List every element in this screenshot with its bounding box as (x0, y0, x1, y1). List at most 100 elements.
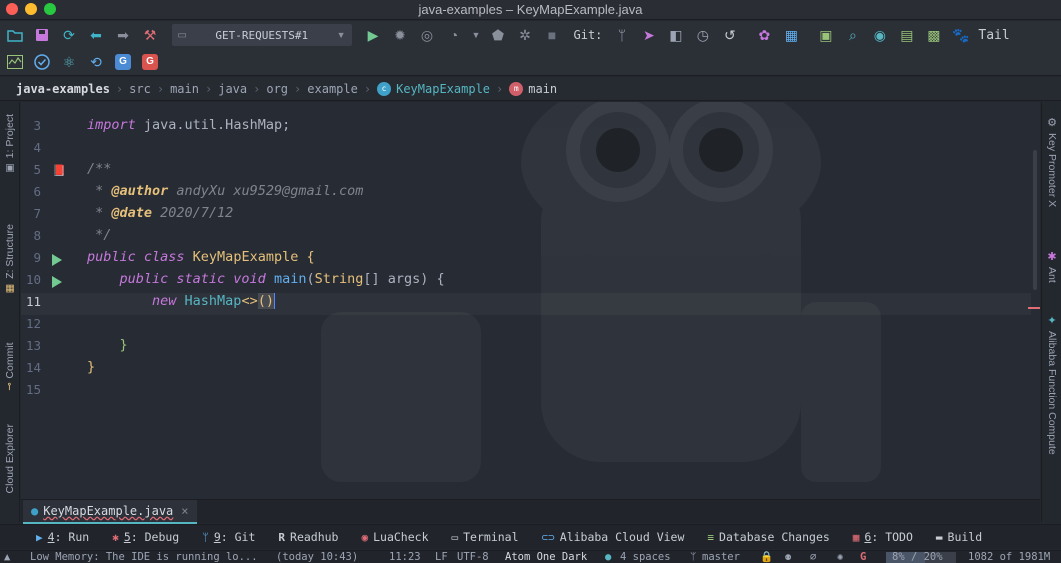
theme-name[interactable]: Atom One Dark (505, 551, 587, 563)
git-history-icon[interactable]: ◷ (692, 24, 714, 46)
tool-window-database-changes[interactable]: ≡ Database Changes (707, 530, 829, 544)
terminal-icon: ▭ (451, 530, 459, 544)
tab-commit[interactable]: ⊸ Commit (1, 342, 19, 391)
run-configuration-select[interactable]: ▭ GET-REQUESTS#1 ▼ (171, 24, 352, 46)
tool-window-alibaba-cloud-view[interactable]: ⊂⊃ Alibaba Cloud View (542, 530, 685, 544)
record-icon[interactable]: ◉ (869, 24, 891, 46)
close-icon[interactable]: × (181, 504, 188, 518)
code-token: HashMap (176, 293, 242, 309)
ant-icon: ✱ (1045, 250, 1058, 263)
git-compare-icon[interactable]: ◧ (665, 24, 687, 46)
attach-icon[interactable]: ⬟ (487, 24, 509, 46)
lock-icon[interactable]: 🔒 (760, 551, 773, 563)
breadcrumb-item-example[interactable]: example (307, 82, 358, 96)
profile-icon[interactable]: ◔ (443, 24, 465, 46)
build-hammer-icon[interactable]: ⚒ (139, 24, 161, 46)
cpu-usage-indicator[interactable]: 8% / 20% (886, 551, 956, 563)
tab-ant[interactable]: ✱ Ant (1044, 250, 1060, 283)
tool-window-run[interactable]: ▶ 4: Run (36, 530, 89, 544)
run-gutter-icon[interactable] (52, 276, 62, 288)
code-line-11: new HashMap<>() (87, 293, 275, 309)
back-arrow-icon[interactable]: ⬅ (85, 24, 107, 46)
run-config-icon: ▭ (177, 29, 187, 41)
debug-icon[interactable]: ✹ (389, 24, 411, 46)
editor-scrollbar[interactable] (1033, 150, 1037, 290)
breadcrumb-item-src[interactable]: src (129, 82, 151, 96)
line-separator[interactable]: LF (435, 551, 448, 563)
tab-project-label: 1: Project (4, 114, 16, 159)
git-branch-icon[interactable]: ᛘ (611, 24, 633, 46)
tool-window-debug[interactable]: ✱ 5: Debug (112, 530, 179, 544)
translate-red-icon[interactable]: G (139, 51, 161, 73)
activity-icon[interactable] (4, 51, 26, 73)
tab-alibaba-function-compute[interactable]: ✦ Alibaba Function Compute (1044, 314, 1060, 455)
tool-window-terminal[interactable]: ▭ Terminal (452, 530, 519, 544)
stop-icon[interactable]: ■ (541, 24, 563, 46)
run-gutter-icon[interactable] (52, 254, 62, 266)
tool-window-build[interactable]: ▬ Build (936, 530, 982, 544)
hide-icon[interactable]: ⌀ (810, 551, 816, 563)
status-message[interactable]: Low Memory: The IDE is running lo... (30, 551, 258, 563)
atom-icon[interactable]: ⚛ (58, 51, 80, 73)
tool-window-readhub[interactable]: R Readhub (278, 530, 338, 544)
inspector-icon[interactable]: ⚉ (785, 551, 791, 563)
bulb-icon[interactable]: ✺ (837, 551, 843, 563)
tab-cloud-explorer[interactable]: Cloud Explorer (1, 424, 19, 493)
code-line-10: public static void main(String[] args) { (87, 271, 445, 287)
translate-g-icon[interactable]: G (112, 51, 134, 73)
warning-icon[interactable]: ▲ (4, 551, 10, 563)
search-icon[interactable]: ⌕ (842, 24, 864, 46)
git-push-icon[interactable]: ➤ (638, 24, 660, 46)
breadcrumb-method[interactable]: main (528, 82, 557, 96)
translate-icon[interactable]: ▤ (896, 24, 918, 46)
cursor-position[interactable]: 11:23 (389, 551, 421, 563)
line-number: 8 (33, 228, 41, 243)
plugin-icon[interactable]: ▩ (923, 24, 945, 46)
forward-arrow-icon[interactable]: ➡ (112, 24, 134, 46)
tail-icon[interactable]: 🐾 (950, 24, 972, 46)
tab-key-promoter[interactable]: ⚙ Key Promoter X (1044, 116, 1060, 207)
cpu-percent: 8% / 20% (892, 551, 943, 563)
breadcrumb-item-main[interactable]: main (170, 82, 199, 96)
code-token: java.util.HashMap; (135, 117, 291, 133)
database-icon: ≡ (707, 530, 715, 544)
indent-setting[interactable]: 4 spaces (620, 551, 671, 563)
tab-project[interactable]: ▣ 1: Project (1, 114, 19, 173)
main-toolbar: ⟳ ⬅ ➡ ⚒ ▭ GET-REQUESTS#1 ▼ ▶ ✹ ◎ ◔ ▼ ⬟ ✲… (0, 21, 1061, 76)
terminal-icon[interactable]: ▣ (815, 24, 837, 46)
tool-window-luacheck[interactable]: ◉ LuaCheck (361, 530, 428, 544)
error-stripe-marker[interactable] (1028, 307, 1040, 309)
breadcrumb-item-java[interactable]: java (218, 82, 247, 96)
run-icon[interactable]: ▶ (362, 24, 384, 46)
tool-window-label: : Debug (130, 530, 180, 544)
git-branch[interactable]: master (702, 551, 740, 563)
code-token: } (87, 359, 96, 375)
right-tool-strip: ⚙ Key Promoter X ✱ Ant ✦ Alibaba Functio… (1041, 102, 1061, 522)
sync-icon[interactable]: ⟳ (58, 24, 80, 46)
google-icon[interactable]: G (860, 551, 866, 563)
tool-window-git[interactable]: ᛘ9: Git (202, 530, 255, 544)
tool-window-label: LuaCheck (373, 530, 429, 544)
breadcrumb-item-org[interactable]: org (266, 82, 288, 96)
tab-structure[interactable]: ▦ Z: Structure (1, 224, 19, 294)
refresh-link-icon[interactable]: ⟲ (85, 51, 107, 73)
breadcrumb-root[interactable]: java-examples (16, 82, 110, 96)
code-editor[interactable]: 3 4 5 6 7 8 9 10 11 12 13 14 15 📕 import… (21, 102, 1040, 499)
book-icon[interactable]: 📕 (52, 164, 66, 177)
breadcrumb-class[interactable]: KeyMapExample (396, 82, 490, 96)
file-encoding[interactable]: UTF-8 (457, 551, 489, 563)
tool-window-todo[interactable]: ▦ 6: TODO (853, 530, 913, 544)
settings-icon[interactable]: ✿ (753, 24, 775, 46)
file-tab-keymapexample[interactable]: ● KeyMapExample.java × (23, 500, 197, 524)
folder-icon[interactable] (4, 24, 26, 46)
structure-grid-icon[interactable]: ▦ (780, 24, 802, 46)
check-icon[interactable] (31, 51, 53, 73)
tail-label[interactable]: Tail (978, 28, 1009, 43)
coverage-icon[interactable]: ◎ (416, 24, 438, 46)
git-rollback-icon[interactable]: ↺ (719, 24, 741, 46)
memory-indicator[interactable]: 1082 of 1981M (968, 551, 1050, 563)
save-icon[interactable] (31, 24, 53, 46)
run-anything-icon[interactable]: ✲ (514, 24, 536, 46)
dropdown-icon[interactable]: ▼ (470, 24, 482, 46)
file-tab-label: KeyMapExample.java (43, 504, 174, 518)
